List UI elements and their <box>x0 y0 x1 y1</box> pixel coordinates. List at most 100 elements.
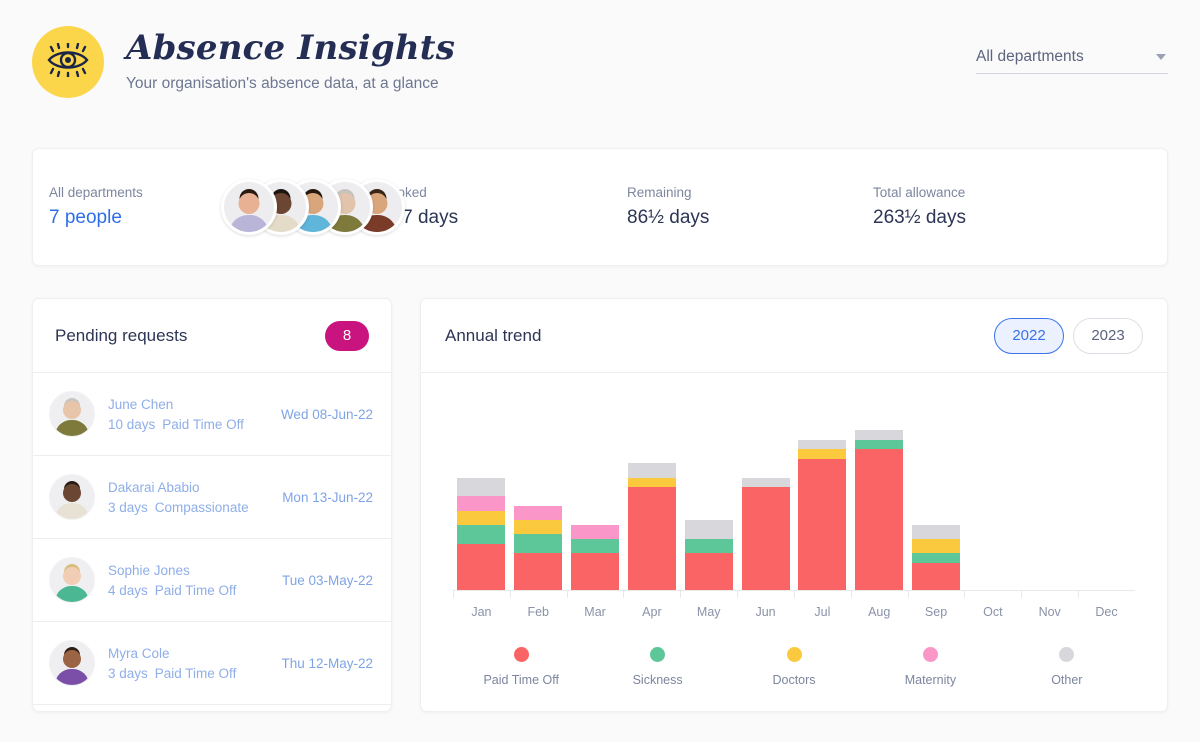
chart-bar-segment <box>741 487 790 591</box>
chart-bar-column[interactable] <box>908 383 965 591</box>
chart-bar-segment <box>912 562 961 591</box>
chart-bar-column[interactable] <box>1078 383 1135 591</box>
year-toggle-group: 2022 2023 <box>994 317 1143 354</box>
chart-bar-column[interactable] <box>851 383 908 591</box>
request-days: 3 days <box>108 499 148 515</box>
chart-bar <box>741 477 790 591</box>
annual-trend-header: Annual trend 2022 2023 <box>421 299 1167 373</box>
avatar <box>49 640 95 686</box>
chart-bar-column[interactable] <box>567 383 624 591</box>
department-select-value: All departments <box>976 48 1084 65</box>
chart-bar-column[interactable] <box>510 383 567 591</box>
chart-x-labels: Jan Feb Mar Apr May Jun Jul Aug Sep Oct Nov Dec <box>445 605 1143 619</box>
annual-trend-chart: Jan Feb Mar Apr May Jun Jul Aug Sep Oct Nov Dec Pai… <box>421 383 1167 721</box>
chart-bar-column[interactable] <box>680 383 737 591</box>
chart-bar-column[interactable] <box>623 383 680 591</box>
request-days: 10 days <box>108 416 156 432</box>
chart-bar-segment <box>627 463 676 478</box>
chart-legend-item[interactable]: Paid Time Off <box>453 647 589 687</box>
stat-label: Total allowance <box>873 185 966 200</box>
chart-bar-column[interactable] <box>453 383 510 591</box>
pending-request-row[interactable]: Sophie Jones 4 days Paid Time Off Tue 03-Ma… <box>33 539 391 622</box>
request-name: Myra Cole <box>108 645 170 661</box>
request-type: Paid Time Off <box>154 665 237 681</box>
chart-bar-segment <box>855 449 904 591</box>
chart-x-label: Aug <box>868 605 891 619</box>
chart-plot-area <box>445 383 1143 598</box>
chart-x-label: Dec <box>1095 605 1118 619</box>
pending-requests-card: Pending requests 8 June Chen 10 days Paid … <box>32 298 392 712</box>
request-meta: 3 days Paid Time Off <box>108 666 281 681</box>
chart-legend: Paid Time Off Sickness Doctors Maternity Oth… <box>445 647 1143 687</box>
chart-bar <box>627 463 676 591</box>
page-subtitle: Your organisation's absence data, at a g… <box>126 75 439 92</box>
chart-x-label: Jul <box>814 605 831 619</box>
request-type: Paid Time Off <box>162 416 244 432</box>
legend-color-dot <box>650 647 666 662</box>
chart-bar <box>855 430 904 591</box>
chart-legend-item[interactable]: Other <box>999 647 1135 687</box>
pending-requests-list: June Chen 10 days Paid Time Off Wed 08-Jun-… <box>33 373 391 705</box>
avatar <box>49 474 95 520</box>
year-button-2023[interactable]: 2023 <box>1073 317 1143 354</box>
chevron-down-icon <box>1156 54 1166 60</box>
pending-request-row[interactable]: June Chen 10 days Paid Time Off Wed 08-Jun-… <box>33 373 391 456</box>
chart-bar-segment <box>457 524 506 544</box>
chart-legend-item[interactable]: Sickness <box>589 647 725 687</box>
request-days: 4 days <box>108 582 148 598</box>
chart-bar-column[interactable] <box>1021 383 1078 591</box>
chart-bar-column[interactable] <box>794 383 851 591</box>
chart-bar-segment <box>855 439 904 450</box>
pending-requests-title: Pending requests <box>55 325 188 345</box>
chart-legend-item[interactable]: Maternity <box>862 647 998 687</box>
chart-bar-segment <box>571 553 620 591</box>
stat-label: Remaining <box>627 185 692 200</box>
chart-bars <box>453 383 1135 591</box>
page-header: Absence Insights Your organisation's abs… <box>32 26 455 98</box>
legend-color-dot <box>922 647 938 662</box>
chart-bar-column[interactable] <box>964 383 1021 591</box>
chart-bar-segment <box>514 553 563 591</box>
request-meta: 4 days Paid Time Off <box>108 583 282 598</box>
stat-booked: Booked 177 days <box>381 185 627 229</box>
legend-color-dot <box>786 647 802 662</box>
chart-bar <box>457 477 506 591</box>
request-days: 3 days <box>108 665 148 681</box>
chart-bar-segment <box>684 553 733 591</box>
chart-bar <box>514 505 563 591</box>
chart-bar-segment <box>912 524 961 540</box>
chart-bar-segment <box>627 477 676 487</box>
chart-bar-segment <box>912 553 961 563</box>
department-select[interactable]: All departments <box>976 48 1168 74</box>
chart-bar-segment <box>457 496 506 511</box>
chart-bar-segment <box>457 543 506 591</box>
chart-bar-column[interactable] <box>737 383 794 591</box>
chart-x-label: Oct <box>983 605 1003 619</box>
pending-request-row[interactable]: Myra Cole 3 days Paid Time Off Thu 12-May-2… <box>33 622 391 705</box>
eye-icon <box>45 41 91 82</box>
chart-bar-segment <box>514 505 563 521</box>
legend-label: Paid Time Off <box>483 673 559 687</box>
chart-bar-segment <box>571 539 620 554</box>
chart-bar-segment <box>571 524 620 540</box>
request-meta: 10 days Paid Time Off <box>108 417 281 432</box>
request-name: Dakarai Ababio <box>108 479 200 495</box>
pending-request-row[interactable]: Dakarai Ababio 3 days Compassionate Mon 13-… <box>33 456 391 539</box>
chart-bar <box>571 524 620 591</box>
summary-card: All departments 7 people Booked 177 days… <box>32 148 1168 266</box>
annual-trend-title: Annual trend <box>445 325 542 345</box>
avatar <box>221 179 277 235</box>
chart-bar-segment <box>514 520 563 535</box>
chart-x-label: May <box>696 605 721 619</box>
chart-x-label: Mar <box>584 605 606 619</box>
request-info: Sophie Jones 4 days Paid Time Off <box>108 563 282 598</box>
chart-x-label: Apr <box>642 605 662 619</box>
chart-x-label: Sep <box>924 605 948 619</box>
request-type: Paid Time Off <box>154 582 237 598</box>
page-title: Absence Insights <box>126 28 456 68</box>
chart-bar-segment <box>912 539 961 554</box>
chart-bar-segment <box>684 539 733 554</box>
chart-legend-item[interactable]: Doctors <box>726 647 862 687</box>
year-button-2022[interactable]: 2022 <box>994 317 1064 354</box>
request-date: Wed 08-Jun-22 <box>280 406 373 422</box>
